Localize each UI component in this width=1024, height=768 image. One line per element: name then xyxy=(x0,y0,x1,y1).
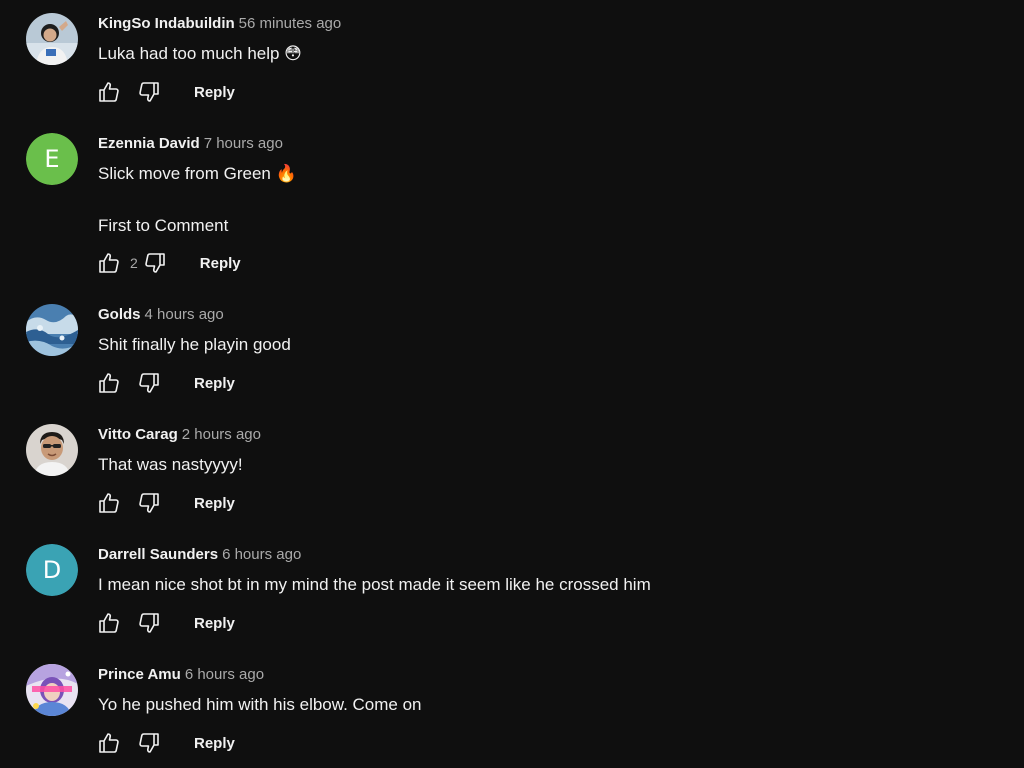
landscape-photo-avatar-icon xyxy=(26,304,78,356)
dislike-button[interactable] xyxy=(136,610,162,636)
comment-timestamp[interactable]: 2 hours ago xyxy=(182,426,261,443)
reply-button[interactable]: Reply xyxy=(194,615,235,632)
author-name[interactable]: Golds xyxy=(98,306,141,323)
comment-actions: Reply xyxy=(96,730,235,756)
anime-photo-avatar-icon xyxy=(26,664,78,716)
dislike-button[interactable] xyxy=(136,490,162,516)
comment-header: Vitto Carag 2 hours ago xyxy=(98,426,261,443)
comment-timestamp[interactable]: 6 hours ago xyxy=(185,666,264,683)
thumbs-down-icon xyxy=(139,493,159,513)
author-name[interactable]: KingSo Indabuildin xyxy=(98,15,235,32)
user-photo-avatar-icon xyxy=(26,13,78,65)
like-button[interactable] xyxy=(96,490,122,516)
avatar[interactable]: E xyxy=(26,133,78,185)
dislike-button[interactable] xyxy=(136,370,162,396)
comment-timestamp[interactable]: 56 minutes ago xyxy=(239,15,342,32)
comment-actions: Reply xyxy=(96,79,235,105)
comment-header: Darrell Saunders 6 hours ago xyxy=(98,546,301,563)
like-button[interactable] xyxy=(96,610,122,636)
thumbs-down-icon xyxy=(139,733,159,753)
avatar[interactable] xyxy=(26,664,78,716)
avatar[interactable] xyxy=(26,304,78,356)
comment-timestamp[interactable]: 4 hours ago xyxy=(145,306,224,323)
avatar-letter: E xyxy=(26,133,78,185)
comment-actions: Reply xyxy=(96,610,235,636)
avatar[interactable] xyxy=(26,424,78,476)
comment-text: Yo he pushed him with his elbow. Come on xyxy=(98,695,422,714)
thumbs-up-icon xyxy=(99,733,119,753)
avatar[interactable]: D xyxy=(26,544,78,596)
comment-header: KingSo Indabuildin 56 minutes ago xyxy=(98,15,341,32)
comment-text: Shit finally he playin good xyxy=(98,335,291,354)
thumbs-down-icon xyxy=(139,373,159,393)
comment-actions: Reply xyxy=(96,370,235,396)
thumbs-down-icon xyxy=(139,82,159,102)
comment-text: Luka had too much help 😳 xyxy=(98,44,302,63)
comment-timestamp[interactable]: 6 hours ago xyxy=(222,546,301,563)
comment-actions: Reply xyxy=(96,490,235,516)
comments-list: KingSo Indabuildin 56 minutes ago Luka ha… xyxy=(0,0,1024,768)
comment-text: Slick move from Green 🔥 xyxy=(98,164,297,183)
comment-actions: 2 Reply xyxy=(96,250,241,276)
like-button[interactable] xyxy=(96,370,122,396)
dislike-button[interactable] xyxy=(136,79,162,105)
comment-text: I mean nice shot bt in my mind the post … xyxy=(98,575,651,594)
reply-button[interactable]: Reply xyxy=(194,84,235,101)
like-count: 2 xyxy=(130,255,138,271)
reply-button[interactable]: Reply xyxy=(194,735,235,752)
author-name[interactable]: Prince Amu xyxy=(98,666,181,683)
comment-header: Golds 4 hours ago xyxy=(98,306,224,323)
author-name[interactable]: Darrell Saunders xyxy=(98,546,218,563)
dislike-button[interactable] xyxy=(142,250,168,276)
like-button[interactable] xyxy=(96,250,122,276)
comment-header: Ezennia David 7 hours ago xyxy=(98,135,283,152)
comment-header: Prince Amu 6 hours ago xyxy=(98,666,264,683)
thumbs-down-icon xyxy=(145,253,165,273)
thumbs-up-icon xyxy=(99,253,119,273)
thumbs-down-icon xyxy=(139,613,159,633)
dislike-button[interactable] xyxy=(136,730,162,756)
author-name[interactable]: Ezennia David xyxy=(98,135,200,152)
thumbs-up-icon xyxy=(99,493,119,513)
reply-button[interactable]: Reply xyxy=(200,255,241,272)
comment-timestamp[interactable]: 7 hours ago xyxy=(204,135,283,152)
avatar[interactable] xyxy=(26,13,78,65)
reply-button[interactable]: Reply xyxy=(194,375,235,392)
comment-text: That was nastyyyy! xyxy=(98,455,243,474)
face-photo-avatar-icon xyxy=(26,424,78,476)
comment-text-line: First to Comment xyxy=(98,216,229,235)
thumbs-up-icon xyxy=(99,613,119,633)
like-button[interactable] xyxy=(96,79,122,105)
avatar-letter: D xyxy=(26,544,78,596)
thumbs-up-icon xyxy=(99,373,119,393)
reply-button[interactable]: Reply xyxy=(194,495,235,512)
author-name[interactable]: Vitto Carag xyxy=(98,426,178,443)
thumbs-up-icon xyxy=(99,82,119,102)
like-button[interactable] xyxy=(96,730,122,756)
